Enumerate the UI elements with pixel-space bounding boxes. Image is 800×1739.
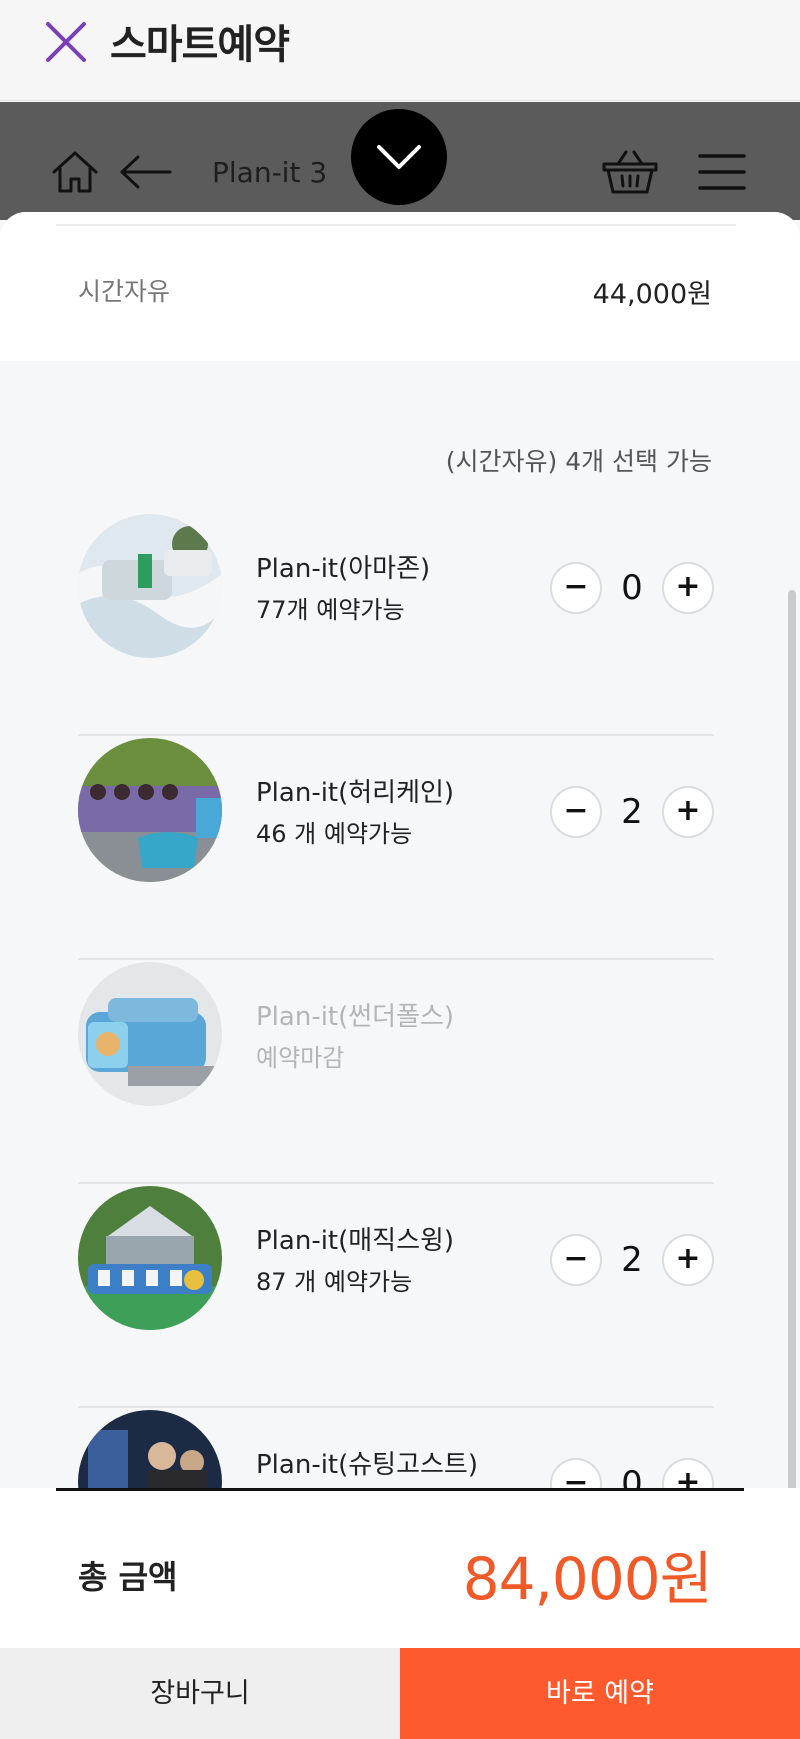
selected-option: 시간자유 44,000원 <box>0 212 800 361</box>
ride-name: Plan-it(썬더폴스) <box>256 1002 455 1032</box>
book-now-button[interactable]: 바로 예약 <box>400 1648 800 1739</box>
nav-title: Plan-it 3 <box>212 156 328 189</box>
increase-button[interactable]: + <box>662 786 714 838</box>
ride-thumbnail-magicswing <box>78 1186 222 1330</box>
ride-name: Plan-it(아마존) <box>256 554 431 584</box>
ride-thumbnail-hurricane <box>78 738 222 882</box>
total-summary: 총 금액 84,000원 <box>0 1488 800 1648</box>
increase-button[interactable]: + <box>662 1234 714 1286</box>
total-amount: 84,000원 <box>462 1545 713 1613</box>
collapse-sheet-button[interactable] <box>351 109 447 205</box>
list-item: Plan-it(허리케인) 46 개 예약가능 − 2 + <box>78 736 714 960</box>
title-bar: 스마트예약 <box>0 0 800 101</box>
add-to-cart-button[interactable]: 장바구니 <box>0 1648 400 1739</box>
quantity-stepper: − 2 + <box>550 1234 714 1286</box>
divider <box>56 224 736 226</box>
hamburger-menu-icon[interactable] <box>698 152 746 192</box>
ride-availability: 87 개 예약가능 <box>256 1268 413 1296</box>
total-label: 총 금액 <box>78 1558 178 1596</box>
chevron-down-icon <box>377 145 421 169</box>
close-icon[interactable] <box>42 18 90 66</box>
option-price: 44,000원 <box>592 279 712 310</box>
availability-note: (시간자유) 4개 선택 가능 <box>445 447 712 476</box>
quantity-value: 2 <box>621 1240 643 1280</box>
ride-name: Plan-it(매직스윙) <box>256 1226 455 1256</box>
decrease-button[interactable]: − <box>550 562 602 614</box>
quantity-stepper: − 2 + <box>550 786 714 838</box>
ride-thumbnail-amazon <box>78 514 222 658</box>
option-label: 시간자유 <box>78 277 171 306</box>
back-arrow-icon[interactable] <box>118 154 174 190</box>
ride-thumbnail-thunderfalls <box>78 962 222 1106</box>
ride-availability: 77개 예약가능 <box>256 596 405 624</box>
quantity-value: 0 <box>621 568 643 608</box>
list-item: Plan-it(썬더폴스) 예약마감 <box>78 960 714 1184</box>
list-item: Plan-it(매직스윙) 87 개 예약가능 − 2 + <box>78 1184 714 1408</box>
action-bar: 장바구니 바로 예약 <box>0 1648 800 1739</box>
basket-icon[interactable] <box>602 148 658 196</box>
decrease-button[interactable]: − <box>550 1234 602 1286</box>
ride-availability: 46 개 예약가능 <box>256 820 413 848</box>
divider <box>56 1488 744 1491</box>
ride-name: Plan-it(허리케인) <box>256 778 455 808</box>
list-item: Plan-it(아마존) 77개 예약가능 − 0 + <box>78 512 714 736</box>
quantity-value: 2 <box>621 792 643 832</box>
decrease-button[interactable]: − <box>550 786 602 838</box>
page-title: 스마트예약 <box>110 22 290 68</box>
quantity-stepper: − 0 + <box>550 562 714 614</box>
increase-button[interactable]: + <box>662 562 714 614</box>
home-icon[interactable] <box>50 150 100 194</box>
ride-availability: 예약마감 <box>256 1044 345 1072</box>
ride-name: Plan-it(슈팅고스트) <box>256 1450 479 1480</box>
